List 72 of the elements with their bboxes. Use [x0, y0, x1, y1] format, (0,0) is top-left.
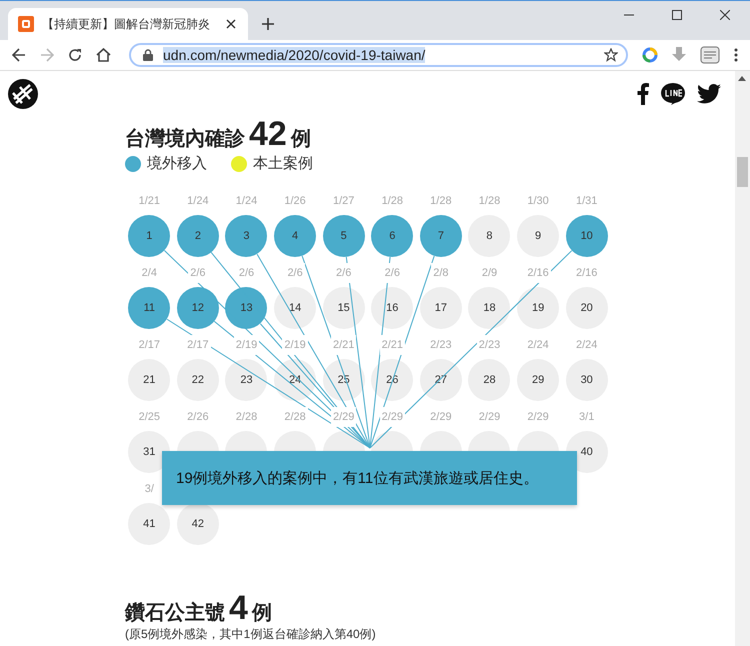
case-count: 42 [249, 117, 287, 151]
case-date: 2/29 [380, 407, 405, 427]
section-title: 鑽石公主號 [125, 600, 225, 626]
facebook-icon[interactable] [637, 83, 649, 105]
close-icon[interactable] [720, 10, 730, 20]
case-number: 30 [580, 374, 593, 386]
back-icon[interactable] [12, 48, 26, 62]
case-number: 6 [389, 230, 396, 242]
callout-text: 19例境外移入的案例中，有11位有武漢旅遊或居住史。 [176, 468, 538, 488]
case-date: 2/19 [234, 335, 260, 355]
browser-tab[interactable]: 【持續更新】圖解台灣新冠肺炎 [8, 8, 248, 40]
case-number: 14 [288, 302, 302, 314]
logo-icon[interactable] [8, 79, 38, 109]
case-number: 41 [143, 518, 156, 530]
scroll-up-icon[interactable] [738, 76, 746, 81]
case-number: 29 [532, 374, 544, 386]
case-number: 19 [532, 302, 544, 314]
scrollbar[interactable] [735, 71, 750, 646]
case-number: 4 [292, 230, 298, 242]
close-icon[interactable] [226, 19, 236, 29]
reload-icon[interactable] [68, 48, 82, 62]
case-number: 42 [192, 518, 204, 530]
case-date: 2/29 [330, 407, 356, 427]
case-date: 2/19 [282, 335, 308, 355]
menu-icon[interactable] [734, 48, 738, 62]
case-date: 2/21 [380, 335, 405, 355]
case-number: 1 [146, 230, 152, 242]
case-number: 17 [434, 302, 448, 314]
case-number: 28 [483, 374, 496, 386]
case-number: 8 [486, 230, 493, 242]
case-date: 2/21 [330, 335, 356, 355]
favicon-icon [18, 16, 34, 32]
case-number: 12 [192, 302, 204, 314]
case-number: 9 [535, 230, 542, 242]
star-icon[interactable] [604, 48, 618, 62]
case-number: 3 [243, 230, 250, 242]
case-date: 2/6 [382, 263, 402, 283]
url-text: udn.com/newmedia/2020/covid-19-taiwan/ [163, 47, 426, 63]
home-icon[interactable] [96, 48, 111, 62]
ring-icon[interactable] [642, 47, 658, 63]
case-date: 2/6 [334, 263, 354, 283]
section-title: 台灣境內確診 [125, 126, 245, 152]
new-tab-icon[interactable] [262, 18, 274, 30]
case-number: 22 [192, 374, 204, 386]
case-number: 20 [580, 302, 593, 314]
case-number: 10 [580, 230, 593, 242]
case-number: 16 [386, 302, 398, 314]
count-unit: 例 [252, 601, 272, 626]
case-number: 15 [338, 302, 350, 314]
address-bar[interactable]: udn.com/newmedia/2020/covid-19-taiwan/ [129, 43, 628, 67]
case-count: 4 [229, 591, 248, 625]
legend-label: 本土案例 [253, 154, 313, 173]
tab-title: 【持續更新】圖解台灣新冠肺炎 [42, 16, 211, 32]
case-number: 18 [483, 302, 496, 314]
case-number: 5 [340, 230, 347, 242]
chat-icon[interactable] [661, 83, 685, 105]
case-number: 31 [143, 446, 156, 458]
case-number: 2 [194, 230, 201, 242]
scrollbar-thumb[interactable] [737, 157, 748, 187]
maximize-icon[interactable] [672, 10, 682, 20]
count-unit: 例 [290, 127, 311, 152]
legend-label: 境外移入 [147, 154, 207, 173]
bird-icon[interactable] [697, 84, 721, 104]
section-note: (原5例境外感染，其中1例返台確診納入第40例) [125, 626, 377, 643]
case-number: 7 [438, 230, 444, 242]
case-number: 40 [580, 446, 593, 458]
case-number: 21 [143, 374, 156, 386]
lock-icon [143, 49, 153, 61]
case-number: 23 [240, 374, 253, 386]
case-number: 11 [144, 302, 155, 314]
case-number: 13 [240, 302, 253, 314]
profile-icon[interactable] [700, 46, 720, 64]
